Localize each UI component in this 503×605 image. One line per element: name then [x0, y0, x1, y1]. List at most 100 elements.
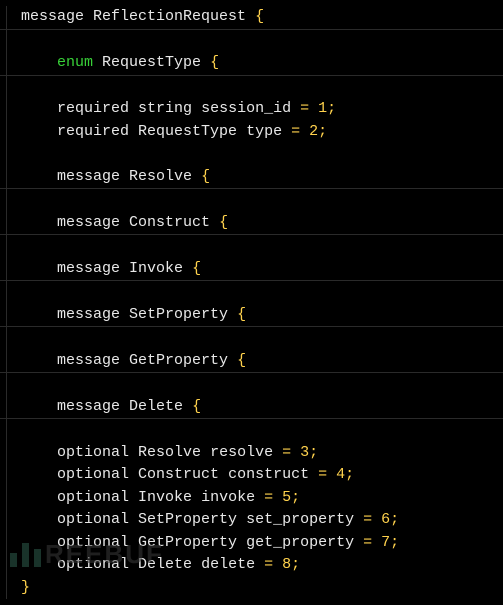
indent — [21, 260, 57, 277]
code-line: enum RequestType { — [6, 52, 503, 75]
space — [120, 260, 129, 277]
assignment: = 8; — [255, 556, 300, 573]
code-line: required RequestType type = 2; — [6, 121, 503, 144]
open-brace: { — [210, 54, 219, 71]
code-line: message Invoke { — [6, 258, 503, 281]
space — [129, 123, 138, 140]
space — [120, 306, 129, 323]
keyword-optional: optional — [57, 489, 129, 506]
field-name: construct — [228, 466, 309, 483]
field-name: get_property — [246, 534, 354, 551]
keyword-required: required — [57, 100, 129, 117]
space — [246, 8, 255, 25]
blank-line — [6, 373, 503, 396]
type-name: Delete — [129, 398, 183, 415]
keyword-required: required — [57, 123, 129, 140]
code-line: message Construct { — [6, 212, 503, 235]
keyword-optional: optional — [57, 534, 129, 551]
indent — [21, 123, 57, 140]
indent — [21, 306, 57, 323]
type-name: Construct — [138, 466, 219, 483]
space — [237, 534, 246, 551]
indent — [21, 511, 57, 528]
type-name: Construct — [129, 214, 210, 231]
indent — [21, 214, 57, 231]
open-brace: { — [255, 8, 264, 25]
field-name: session_id — [201, 100, 291, 117]
type-name: Resolve — [129, 168, 192, 185]
blank-line — [6, 30, 503, 53]
code-line: message GetProperty { — [6, 350, 503, 373]
field-name: delete — [201, 556, 255, 573]
space — [129, 489, 138, 506]
keyword-message: message — [57, 398, 120, 415]
type-name: Resolve — [138, 444, 201, 461]
open-brace: { — [237, 306, 246, 323]
space — [201, 444, 210, 461]
space — [129, 100, 138, 117]
space — [183, 398, 192, 415]
code-line: message SetProperty { — [6, 304, 503, 327]
indent — [21, 444, 57, 461]
code-line: } — [6, 577, 503, 600]
space — [120, 352, 129, 369]
space — [192, 168, 201, 185]
space — [210, 214, 219, 231]
code-line: optional GetProperty get_property = 7; — [6, 532, 503, 555]
blank-line — [6, 189, 503, 212]
field-name: invoke — [201, 489, 255, 506]
assignment: = 6; — [354, 511, 399, 528]
space — [183, 260, 192, 277]
blank-line — [6, 327, 503, 350]
code-line: optional Construct construct = 4; — [6, 464, 503, 487]
keyword-message: message — [57, 260, 120, 277]
assignment: = 5; — [255, 489, 300, 506]
space — [129, 534, 138, 551]
type-name: RequestType — [138, 123, 237, 140]
space — [192, 556, 201, 573]
space — [201, 54, 210, 71]
assignment: = 3; — [273, 444, 318, 461]
field-name: type — [246, 123, 282, 140]
open-brace: { — [192, 398, 201, 415]
blank-line — [6, 76, 503, 99]
space — [228, 352, 237, 369]
indent — [21, 466, 57, 483]
space — [129, 466, 138, 483]
type-name: Delete — [138, 556, 192, 573]
type-name: GetProperty — [129, 352, 228, 369]
code-line: optional SetProperty set_property = 6; — [6, 509, 503, 532]
indent — [21, 534, 57, 551]
type-name: SetProperty — [129, 306, 228, 323]
assignment: = 7; — [354, 534, 399, 551]
type-name: SetProperty — [138, 511, 237, 528]
blank-line — [6, 143, 503, 166]
type-name: RequestType — [102, 54, 201, 71]
open-brace: { — [237, 352, 246, 369]
space — [120, 398, 129, 415]
keyword-optional: optional — [57, 556, 129, 573]
open-brace: { — [192, 260, 201, 277]
indent — [21, 352, 57, 369]
code-block: message ReflectionRequest { enum Request… — [0, 0, 503, 605]
close-brace: } — [21, 579, 30, 596]
type-name: Invoke — [129, 260, 183, 277]
space — [192, 100, 201, 117]
space — [84, 8, 93, 25]
blank-line — [6, 419, 503, 442]
keyword-optional: optional — [57, 466, 129, 483]
space — [93, 54, 102, 71]
keyword-optional: optional — [57, 511, 129, 528]
type-name: GetProperty — [138, 534, 237, 551]
space — [129, 444, 138, 461]
space — [129, 511, 138, 528]
code-line: message ReflectionRequest { — [6, 6, 503, 29]
space — [129, 556, 138, 573]
keyword-message: message — [57, 352, 120, 369]
blank-line — [6, 281, 503, 304]
space — [237, 123, 246, 140]
space — [192, 489, 201, 506]
keyword-message: message — [57, 306, 120, 323]
space — [228, 306, 237, 323]
type-name: Invoke — [138, 489, 192, 506]
